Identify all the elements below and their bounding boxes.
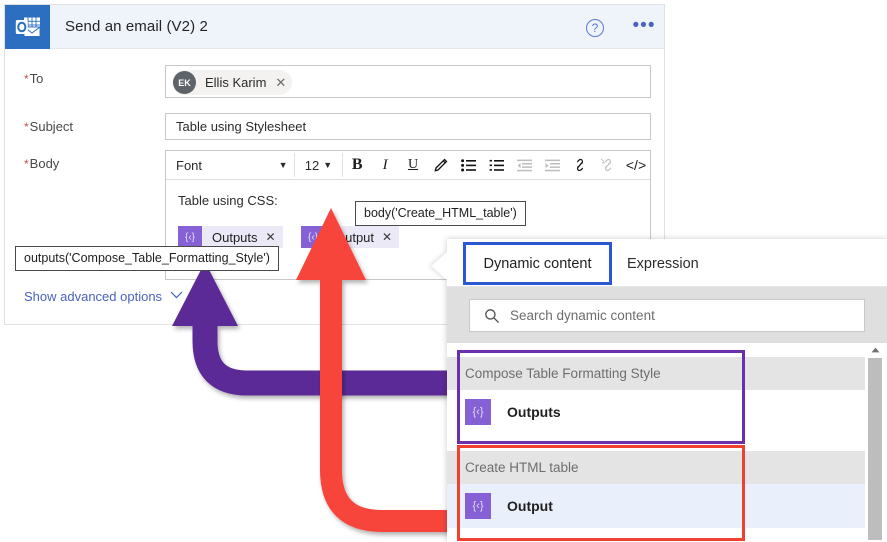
subject-input[interactable]: Table using Stylesheet bbox=[165, 113, 651, 140]
body-expression-tooltip: body('Create_HTML_table') bbox=[355, 201, 526, 226]
panel-callout-arrow bbox=[431, 252, 447, 280]
bulleted-list-icon[interactable] bbox=[455, 152, 483, 179]
to-label-text: To bbox=[29, 71, 44, 86]
help-icon[interactable]: ? bbox=[586, 19, 604, 37]
font-family-value: Font bbox=[176, 157, 203, 173]
token-label: Output bbox=[335, 229, 375, 245]
code-view-icon[interactable]: </> bbox=[622, 152, 650, 179]
subject-label-text: Subject bbox=[29, 119, 74, 134]
list-item-outputs[interactable]: {‹} Outputs bbox=[447, 390, 865, 434]
recipient-name: Ellis Karim bbox=[205, 75, 267, 90]
recipient-chip[interactable]: EK Ellis Karim ✕ bbox=[172, 70, 293, 95]
expression-icon: {‹} bbox=[465, 399, 491, 425]
tab-expression-label: Expression bbox=[627, 255, 699, 272]
body-field-label: *Body bbox=[24, 156, 59, 171]
rich-text-toolbar: Font ▼ 12 ▼ B I U </> bbox=[166, 151, 650, 180]
chevron-down-icon bbox=[170, 291, 183, 302]
search-input[interactable]: Search dynamic content bbox=[469, 299, 865, 332]
chevron-down-icon: ▼ bbox=[323, 160, 333, 170]
decrease-indent-icon[interactable] bbox=[511, 152, 539, 179]
italic-glyph: I bbox=[382, 156, 388, 173]
panel-scrollbar[interactable] bbox=[867, 343, 883, 542]
panel-tabs: Dynamic content Expression bbox=[447, 239, 887, 287]
to-field-label: *To bbox=[24, 71, 43, 86]
close-icon[interactable]: ✕ bbox=[382, 230, 392, 244]
dynamic-token-output[interactable]: {‹} Output ✕ bbox=[301, 226, 400, 248]
underline-glyph: U bbox=[407, 157, 419, 172]
increase-indent-icon[interactable] bbox=[538, 152, 566, 179]
underline-icon[interactable]: U bbox=[399, 152, 427, 179]
expression-icon: {‹} bbox=[465, 493, 491, 519]
more-options-icon[interactable]: ••• bbox=[631, 14, 657, 40]
font-family-dropdown[interactable]: Font ▼ bbox=[166, 152, 294, 179]
dynamic-token-outputs[interactable]: {‹} Outputs ✕ bbox=[178, 226, 283, 248]
avatar: EK bbox=[173, 71, 196, 94]
chevron-down-icon: ▼ bbox=[278, 160, 288, 170]
show-advanced-options-button[interactable]: Show advanced options bbox=[24, 289, 183, 304]
action-card-header: Send an email (V2) 2 ? ••• bbox=[5, 5, 664, 49]
scrollbar-thumb[interactable] bbox=[868, 358, 882, 540]
scroll-up-arrow-icon[interactable] bbox=[867, 343, 883, 357]
list-item-label: Output bbox=[507, 498, 553, 514]
expression-icon: {‹} bbox=[178, 226, 202, 248]
dynamic-content-list: Compose Table Formatting Style {‹} Outpu… bbox=[447, 343, 887, 542]
to-input[interactable]: EK Ellis Karim ✕ bbox=[165, 65, 651, 98]
unlink-icon[interactable] bbox=[594, 152, 622, 179]
bold-glyph: B bbox=[351, 156, 363, 173]
tab-expression[interactable]: Expression bbox=[627, 242, 699, 285]
font-size-dropdown[interactable]: 12 ▼ bbox=[295, 152, 343, 179]
token-label: Outputs bbox=[212, 229, 258, 245]
list-item-output[interactable]: {‹} Output bbox=[447, 484, 865, 528]
show-advanced-options-label: Show advanced options bbox=[24, 289, 163, 304]
link-icon[interactable] bbox=[566, 152, 594, 179]
expression-icon: {‹} bbox=[301, 226, 325, 248]
close-icon[interactable]: ✕ bbox=[275, 76, 286, 89]
required-marker: * bbox=[24, 120, 29, 134]
group-header-label: Compose Table Formatting Style bbox=[465, 366, 661, 381]
outlook-icon bbox=[5, 5, 50, 49]
required-marker: * bbox=[24, 72, 29, 86]
search-placeholder: Search dynamic content bbox=[510, 308, 655, 323]
close-icon[interactable]: ✕ bbox=[266, 230, 276, 244]
font-size-value: 12 bbox=[304, 157, 320, 173]
search-area: Search dynamic content bbox=[447, 287, 887, 343]
outputs-expression-tooltip: outputs('Compose_Table_Formatting_Style'… bbox=[15, 246, 279, 271]
tab-dynamic-content-label: Dynamic content bbox=[483, 255, 592, 272]
text-color-icon[interactable] bbox=[427, 152, 455, 179]
subject-field-label: *Subject bbox=[24, 119, 73, 134]
code-view-glyph: </> bbox=[625, 157, 647, 173]
numbered-list-icon[interactable] bbox=[483, 152, 511, 179]
dynamic-content-panel: Dynamic content Expression Search dynami… bbox=[431, 239, 887, 542]
italic-icon[interactable]: I bbox=[371, 152, 399, 179]
action-card-title: Send an email (V2) 2 bbox=[65, 18, 208, 35]
required-marker: * bbox=[24, 157, 29, 171]
group-header-create-html-table: Create HTML table bbox=[447, 451, 865, 484]
search-icon bbox=[484, 308, 500, 324]
list-item-label: Outputs bbox=[507, 404, 561, 420]
tab-dynamic-content[interactable]: Dynamic content bbox=[463, 242, 612, 285]
body-text-line: Table using CSS: bbox=[178, 193, 278, 208]
group-header-compose-table-formatting-style: Compose Table Formatting Style bbox=[447, 357, 865, 390]
group-header-label: Create HTML table bbox=[465, 460, 579, 475]
body-label-text: Body bbox=[29, 156, 60, 171]
bold-icon[interactable]: B bbox=[343, 152, 371, 179]
